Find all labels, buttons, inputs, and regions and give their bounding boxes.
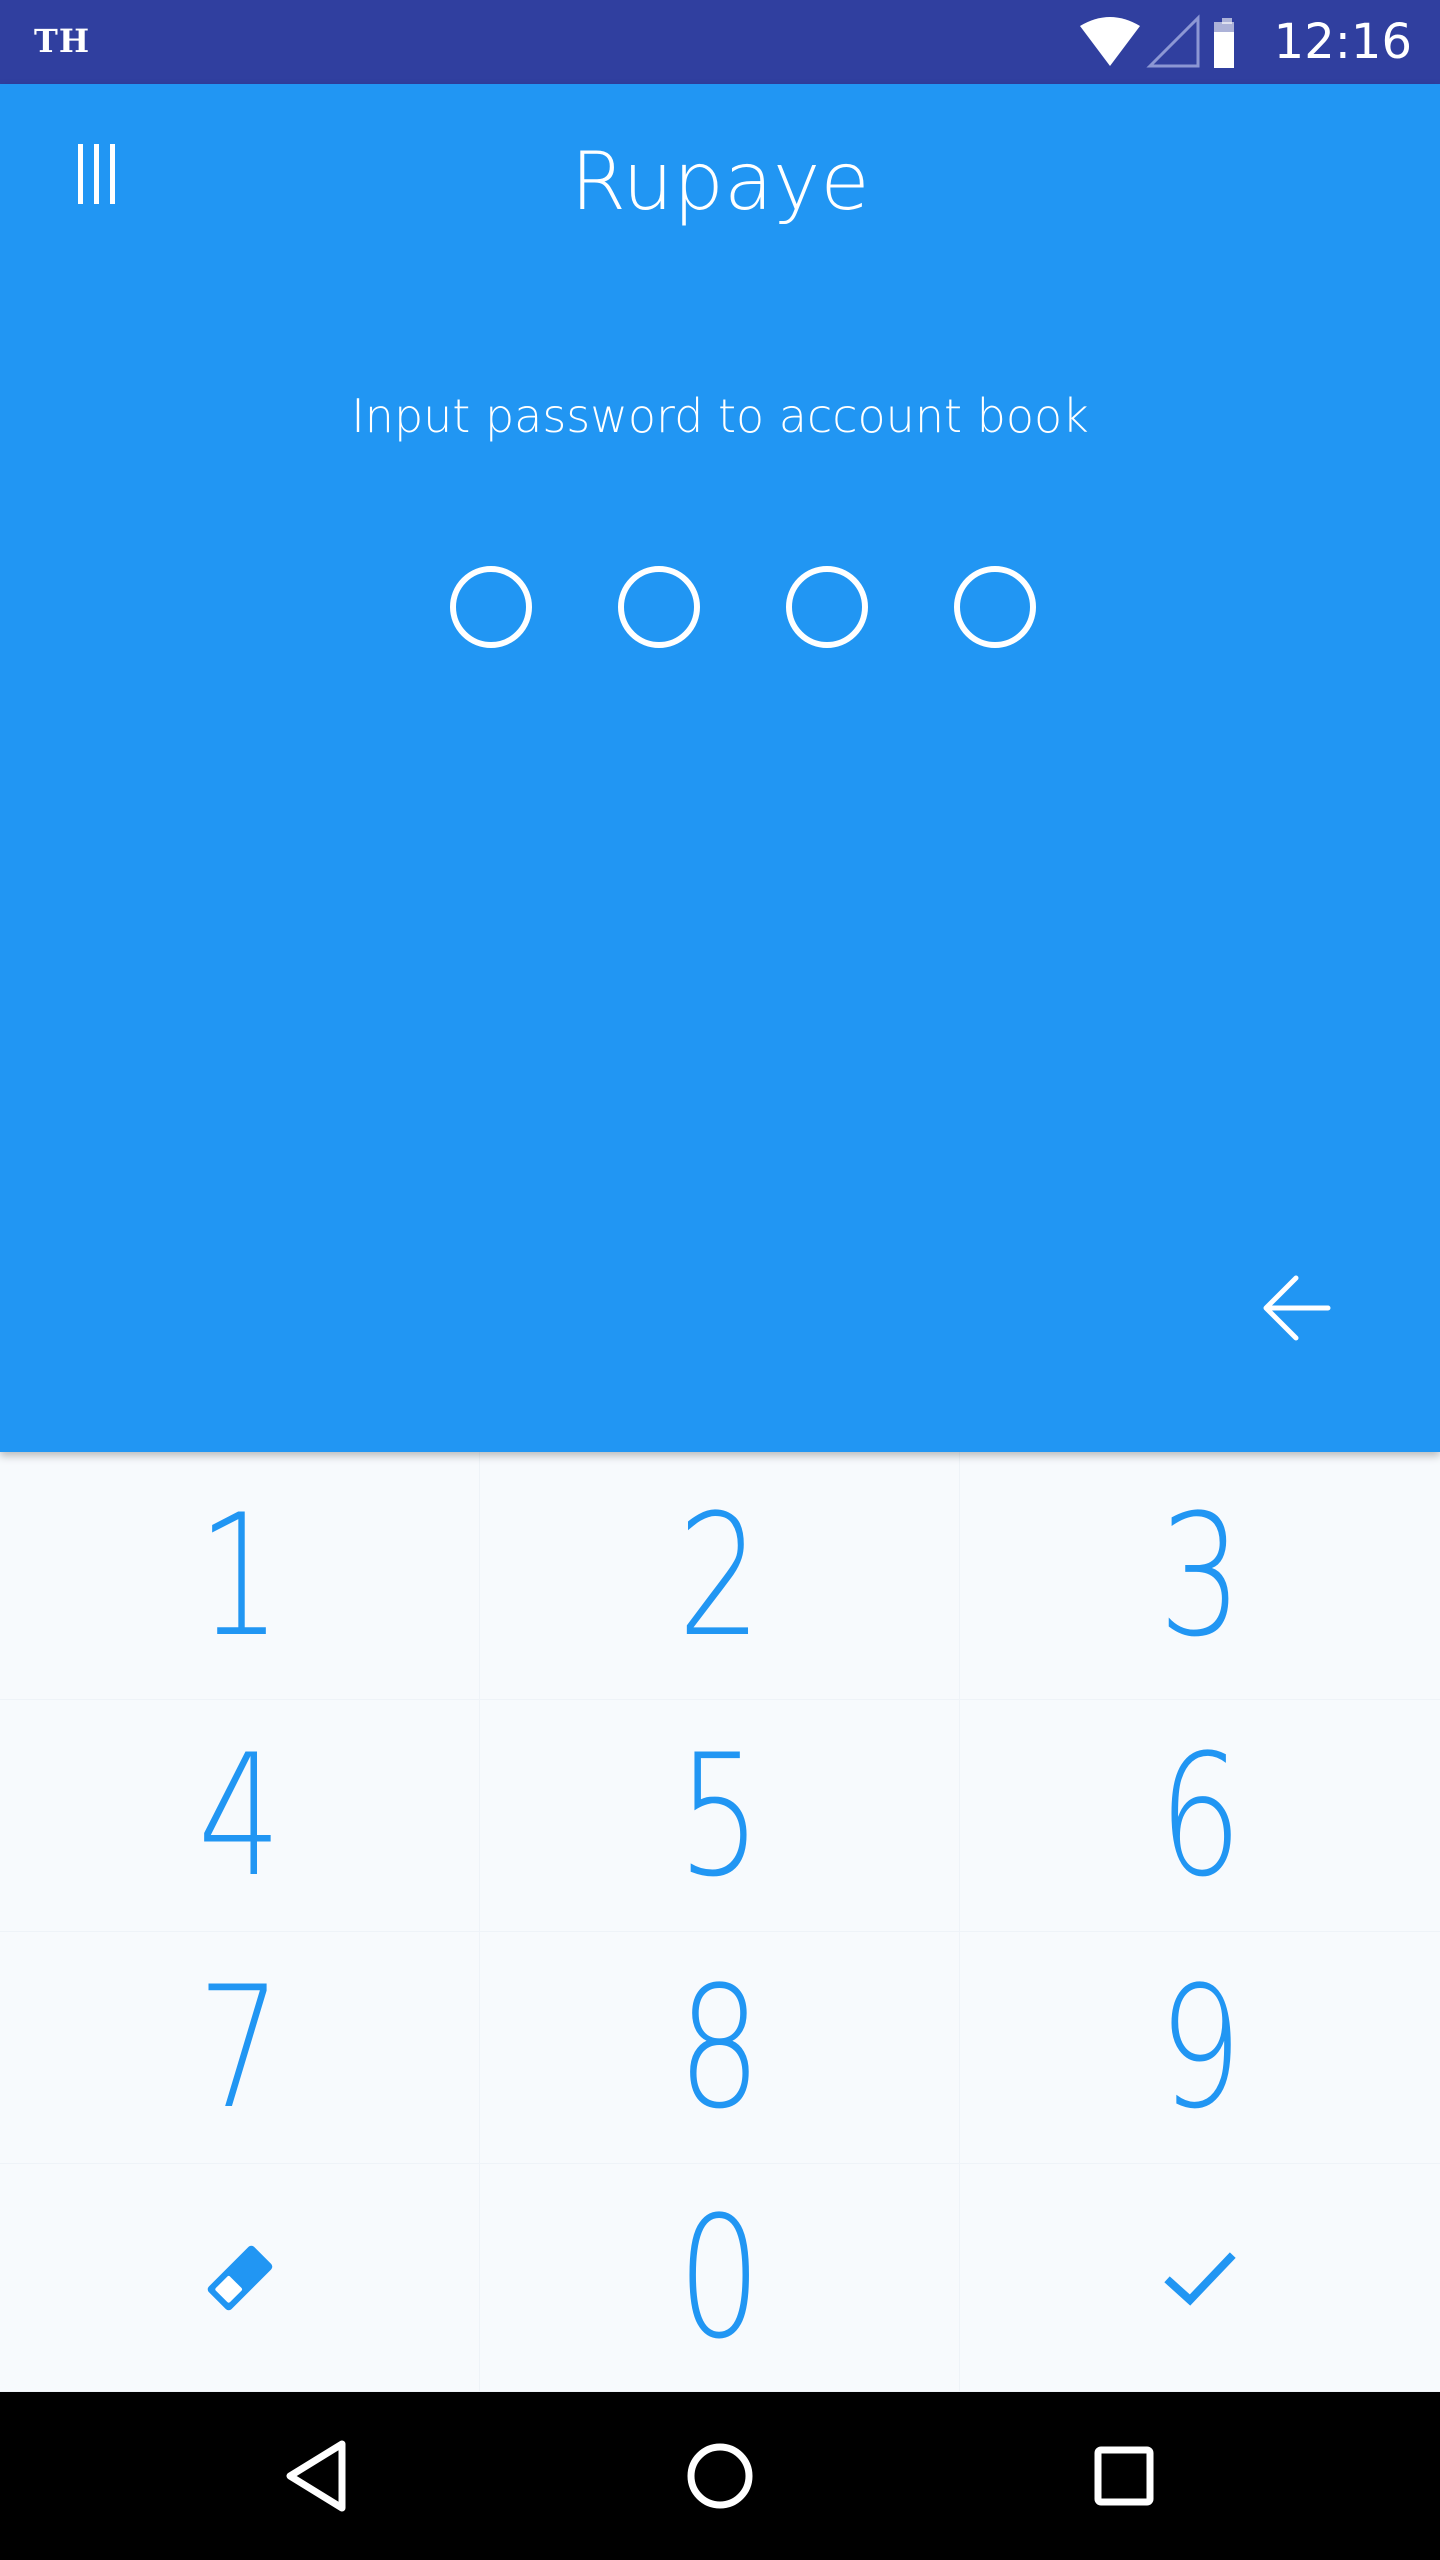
key-3[interactable]: 3 [960,1452,1440,1700]
key-label: 3 [1158,1477,1242,1674]
app-title: Rupaye [570,135,870,228]
battery-icon [1214,18,1234,68]
key-label: 9 [1158,1949,1242,2146]
key-7[interactable]: 7 [0,1932,480,2164]
key-8[interactable]: 8 [480,1932,960,2164]
wifi-icon [1080,17,1140,66]
pin-dot [954,566,1036,648]
eraser-icon [207,2245,272,2310]
back-triangle-icon[interactable] [266,2426,366,2526]
arrow-left-icon[interactable] [1256,1268,1336,1348]
navigation-bar [0,2392,1440,2560]
key-label: 2 [677,1477,762,1674]
key-label: 8 [677,1949,762,2146]
key-4[interactable]: 4 [0,1700,480,1932]
pin-indicator [0,566,1440,656]
app-screen: TH 12:16 Rupaye Input password to accoun… [0,0,1440,2560]
carrier-label: TH [34,22,91,60]
password-prompt: Input password to account book [351,389,1089,443]
clear-button[interactable] [0,2164,480,2392]
pin-dot [786,566,868,648]
key-label: 6 [1158,1717,1242,1914]
key-5[interactable]: 5 [480,1700,960,1932]
key-label: 0 [677,2179,762,2376]
home-circle-icon[interactable] [670,2426,770,2526]
key-label: 1 [197,1477,282,1674]
clock: 12:16 [1273,14,1412,70]
key-label: 7 [197,1949,282,2146]
pin-dot [450,566,532,648]
recents-square-icon[interactable] [1074,2426,1174,2526]
key-6[interactable]: 6 [960,1700,1440,1932]
check-icon [1164,2251,1236,2306]
pin-dot [618,566,700,648]
lock-panel: Rupaye Input password to account book [0,84,1440,1452]
key-0[interactable]: 0 [480,2164,960,2392]
key-9[interactable]: 9 [960,1932,1440,2164]
key-1[interactable]: 1 [0,1452,480,1700]
status-bar: TH 12:16 [0,0,1440,84]
status-icons [1080,14,1234,68]
cell-signal-icon [1146,14,1200,68]
confirm-button[interactable] [960,2164,1440,2392]
key-label: 5 [677,1717,762,1914]
key-2[interactable]: 2 [480,1452,960,1700]
number-keypad: 1 2 3 4 5 6 7 8 9 0 [0,1452,1440,2392]
key-label: 4 [197,1717,282,1914]
